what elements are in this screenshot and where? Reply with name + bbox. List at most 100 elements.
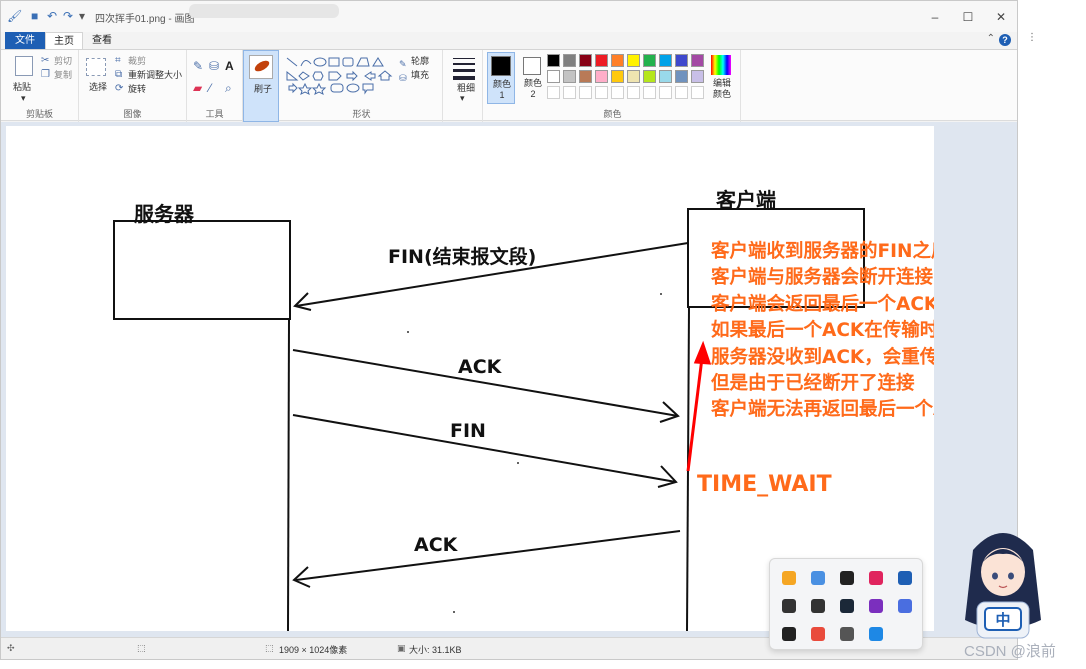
tray-app-icon[interactable]	[869, 571, 883, 585]
tray-app-icon[interactable]	[869, 599, 883, 613]
color-swatch[interactable]	[627, 70, 640, 83]
color-swatch[interactable]	[595, 70, 608, 83]
color-swatch[interactable]	[547, 86, 560, 99]
resize-icon[interactable]: ⧉	[115, 69, 122, 81]
color2-button[interactable]: 颜色 2	[519, 52, 547, 104]
color-swatch[interactable]	[547, 70, 560, 83]
color-swatch[interactable]	[691, 70, 704, 83]
note-line: 但是由于已经断开了连接	[711, 373, 915, 395]
quick-access-dropdown-icon[interactable]: ▾	[79, 9, 85, 23]
outline-icon[interactable]: ✎	[399, 58, 407, 70]
close-button[interactable]: ✕	[984, 7, 1017, 27]
tray-app-icon[interactable]	[782, 627, 796, 641]
server-label: 服务器	[134, 202, 194, 226]
color-swatch[interactable]	[595, 86, 608, 99]
color-swatch[interactable]	[675, 54, 688, 67]
drawing-canvas[interactable]: 服务器 客户端 FIN(结束报文段) ACK FIN ACK 客户端收到服务器的…	[6, 126, 934, 631]
color-swatch[interactable]	[579, 54, 592, 67]
more-options-icon[interactable]: ⋮	[1027, 32, 1037, 43]
minimize-button[interactable]: –	[918, 7, 952, 27]
color-swatch[interactable]	[659, 86, 672, 99]
tab-home[interactable]: 主页	[45, 32, 83, 49]
color-swatch[interactable]	[611, 86, 624, 99]
color-swatch[interactable]	[563, 70, 576, 83]
color-swatch[interactable]	[643, 86, 656, 99]
outline-button[interactable]: 轮廓	[411, 56, 429, 67]
color-swatch[interactable]	[563, 86, 576, 99]
color-swatch[interactable]	[643, 70, 656, 83]
color-swatch[interactable]	[691, 86, 704, 99]
fill-bucket-icon[interactable]: ⛁	[209, 60, 219, 72]
undo-icon[interactable]: ↶	[47, 9, 57, 23]
paste-dropdown-icon[interactable]: ▾	[21, 93, 26, 104]
size-group[interactable]: 粗细 ▾	[445, 50, 483, 122]
taskbar-overflow-popup	[769, 558, 923, 650]
tray-app-icon[interactable]	[811, 627, 825, 641]
tray-app-icon[interactable]	[898, 599, 912, 613]
color-swatch[interactable]	[611, 70, 624, 83]
help-icon[interactable]: ?	[999, 34, 1011, 46]
paint-window: 🖌 ■ ↶ ↷ ▾ 四次挥手01.png - 画图 – ☐ ✕ 文件 主页 查看…	[0, 0, 1018, 660]
cut-button[interactable]: 剪切	[54, 56, 72, 67]
magnifier-icon[interactable]: ⌕	[225, 82, 232, 94]
color-swatch[interactable]	[659, 54, 672, 67]
crop-button[interactable]: 裁剪	[128, 56, 146, 67]
paste-button[interactable]: 粘贴	[13, 82, 31, 93]
rotate-button[interactable]: 旋转	[128, 84, 146, 95]
selection-size-icon: ⬚	[137, 643, 146, 653]
crop-icon[interactable]: ⌗	[115, 55, 121, 67]
text-tool-icon[interactable]: A	[225, 60, 234, 72]
rotate-icon[interactable]: ⟳	[115, 83, 123, 95]
shapes-gallery[interactable]	[285, 56, 395, 96]
tray-app-icon[interactable]	[840, 599, 854, 613]
resize-button[interactable]: 重新调整大小	[128, 70, 182, 81]
edit-colors-button[interactable]: 编辑颜色	[709, 78, 735, 100]
color-swatch[interactable]	[643, 54, 656, 67]
tray-app-icon[interactable]	[811, 599, 825, 613]
edit-colors-icon[interactable]	[711, 55, 731, 75]
paste-icon[interactable]	[15, 56, 33, 76]
tools-group: ✎ ⛁ A ▰ ⁄ ⌕ 工具	[187, 50, 243, 122]
color1-button[interactable]: 颜色 1	[487, 52, 515, 104]
size-dropdown-icon[interactable]: ▾	[460, 93, 465, 104]
copy-icon[interactable]: ❐	[41, 69, 50, 81]
color-swatch[interactable]	[547, 54, 560, 67]
color-picker-icon[interactable]: ⁄	[209, 82, 211, 94]
color-swatch[interactable]	[611, 54, 624, 67]
eraser-icon[interactable]: ▰	[193, 82, 202, 94]
tray-app-icon[interactable]	[898, 571, 912, 585]
fin-label-2: FIN	[450, 420, 486, 442]
color-swatch[interactable]	[627, 54, 640, 67]
tray-app-icon[interactable]	[782, 571, 796, 585]
color-swatch[interactable]	[691, 54, 704, 67]
color-swatch[interactable]	[659, 70, 672, 83]
color-swatch[interactable]	[675, 70, 688, 83]
color-swatch[interactable]	[627, 86, 640, 99]
select-icon[interactable]	[86, 58, 106, 76]
save-icon[interactable]: ■	[31, 9, 38, 23]
tab-view[interactable]: 查看	[85, 32, 119, 49]
title-bar: 🖌 ■ ↶ ↷ ▾ 四次挥手01.png - 画图 – ☐ ✕	[1, 1, 1017, 32]
color-swatch[interactable]	[675, 86, 688, 99]
maximize-button[interactable]: ☐	[951, 7, 985, 27]
tray-app-icon[interactable]	[869, 627, 883, 641]
tray-app-icon[interactable]	[782, 599, 796, 613]
color-palette	[547, 54, 709, 102]
fill-button[interactable]: 填充	[411, 70, 429, 81]
color-swatch[interactable]	[563, 54, 576, 67]
pencil-icon[interactable]: ✎	[193, 60, 203, 72]
fill-icon[interactable]: ⛁	[399, 72, 407, 84]
brushes-button[interactable]: 刷子	[243, 50, 279, 122]
tray-app-icon[interactable]	[840, 627, 854, 641]
tab-file[interactable]: 文件	[5, 32, 45, 49]
redo-icon[interactable]: ↷	[63, 9, 73, 23]
color-swatch[interactable]	[595, 54, 608, 67]
color-swatch[interactable]	[579, 70, 592, 83]
select-button[interactable]: 选择	[89, 82, 107, 93]
cut-icon[interactable]: ✂	[41, 55, 49, 67]
copy-button[interactable]: 复制	[54, 70, 72, 81]
collapse-ribbon-icon[interactable]: ⌃	[987, 33, 995, 44]
tray-app-icon[interactable]	[811, 571, 825, 585]
color-swatch[interactable]	[579, 86, 592, 99]
tray-app-icon[interactable]	[840, 571, 854, 585]
